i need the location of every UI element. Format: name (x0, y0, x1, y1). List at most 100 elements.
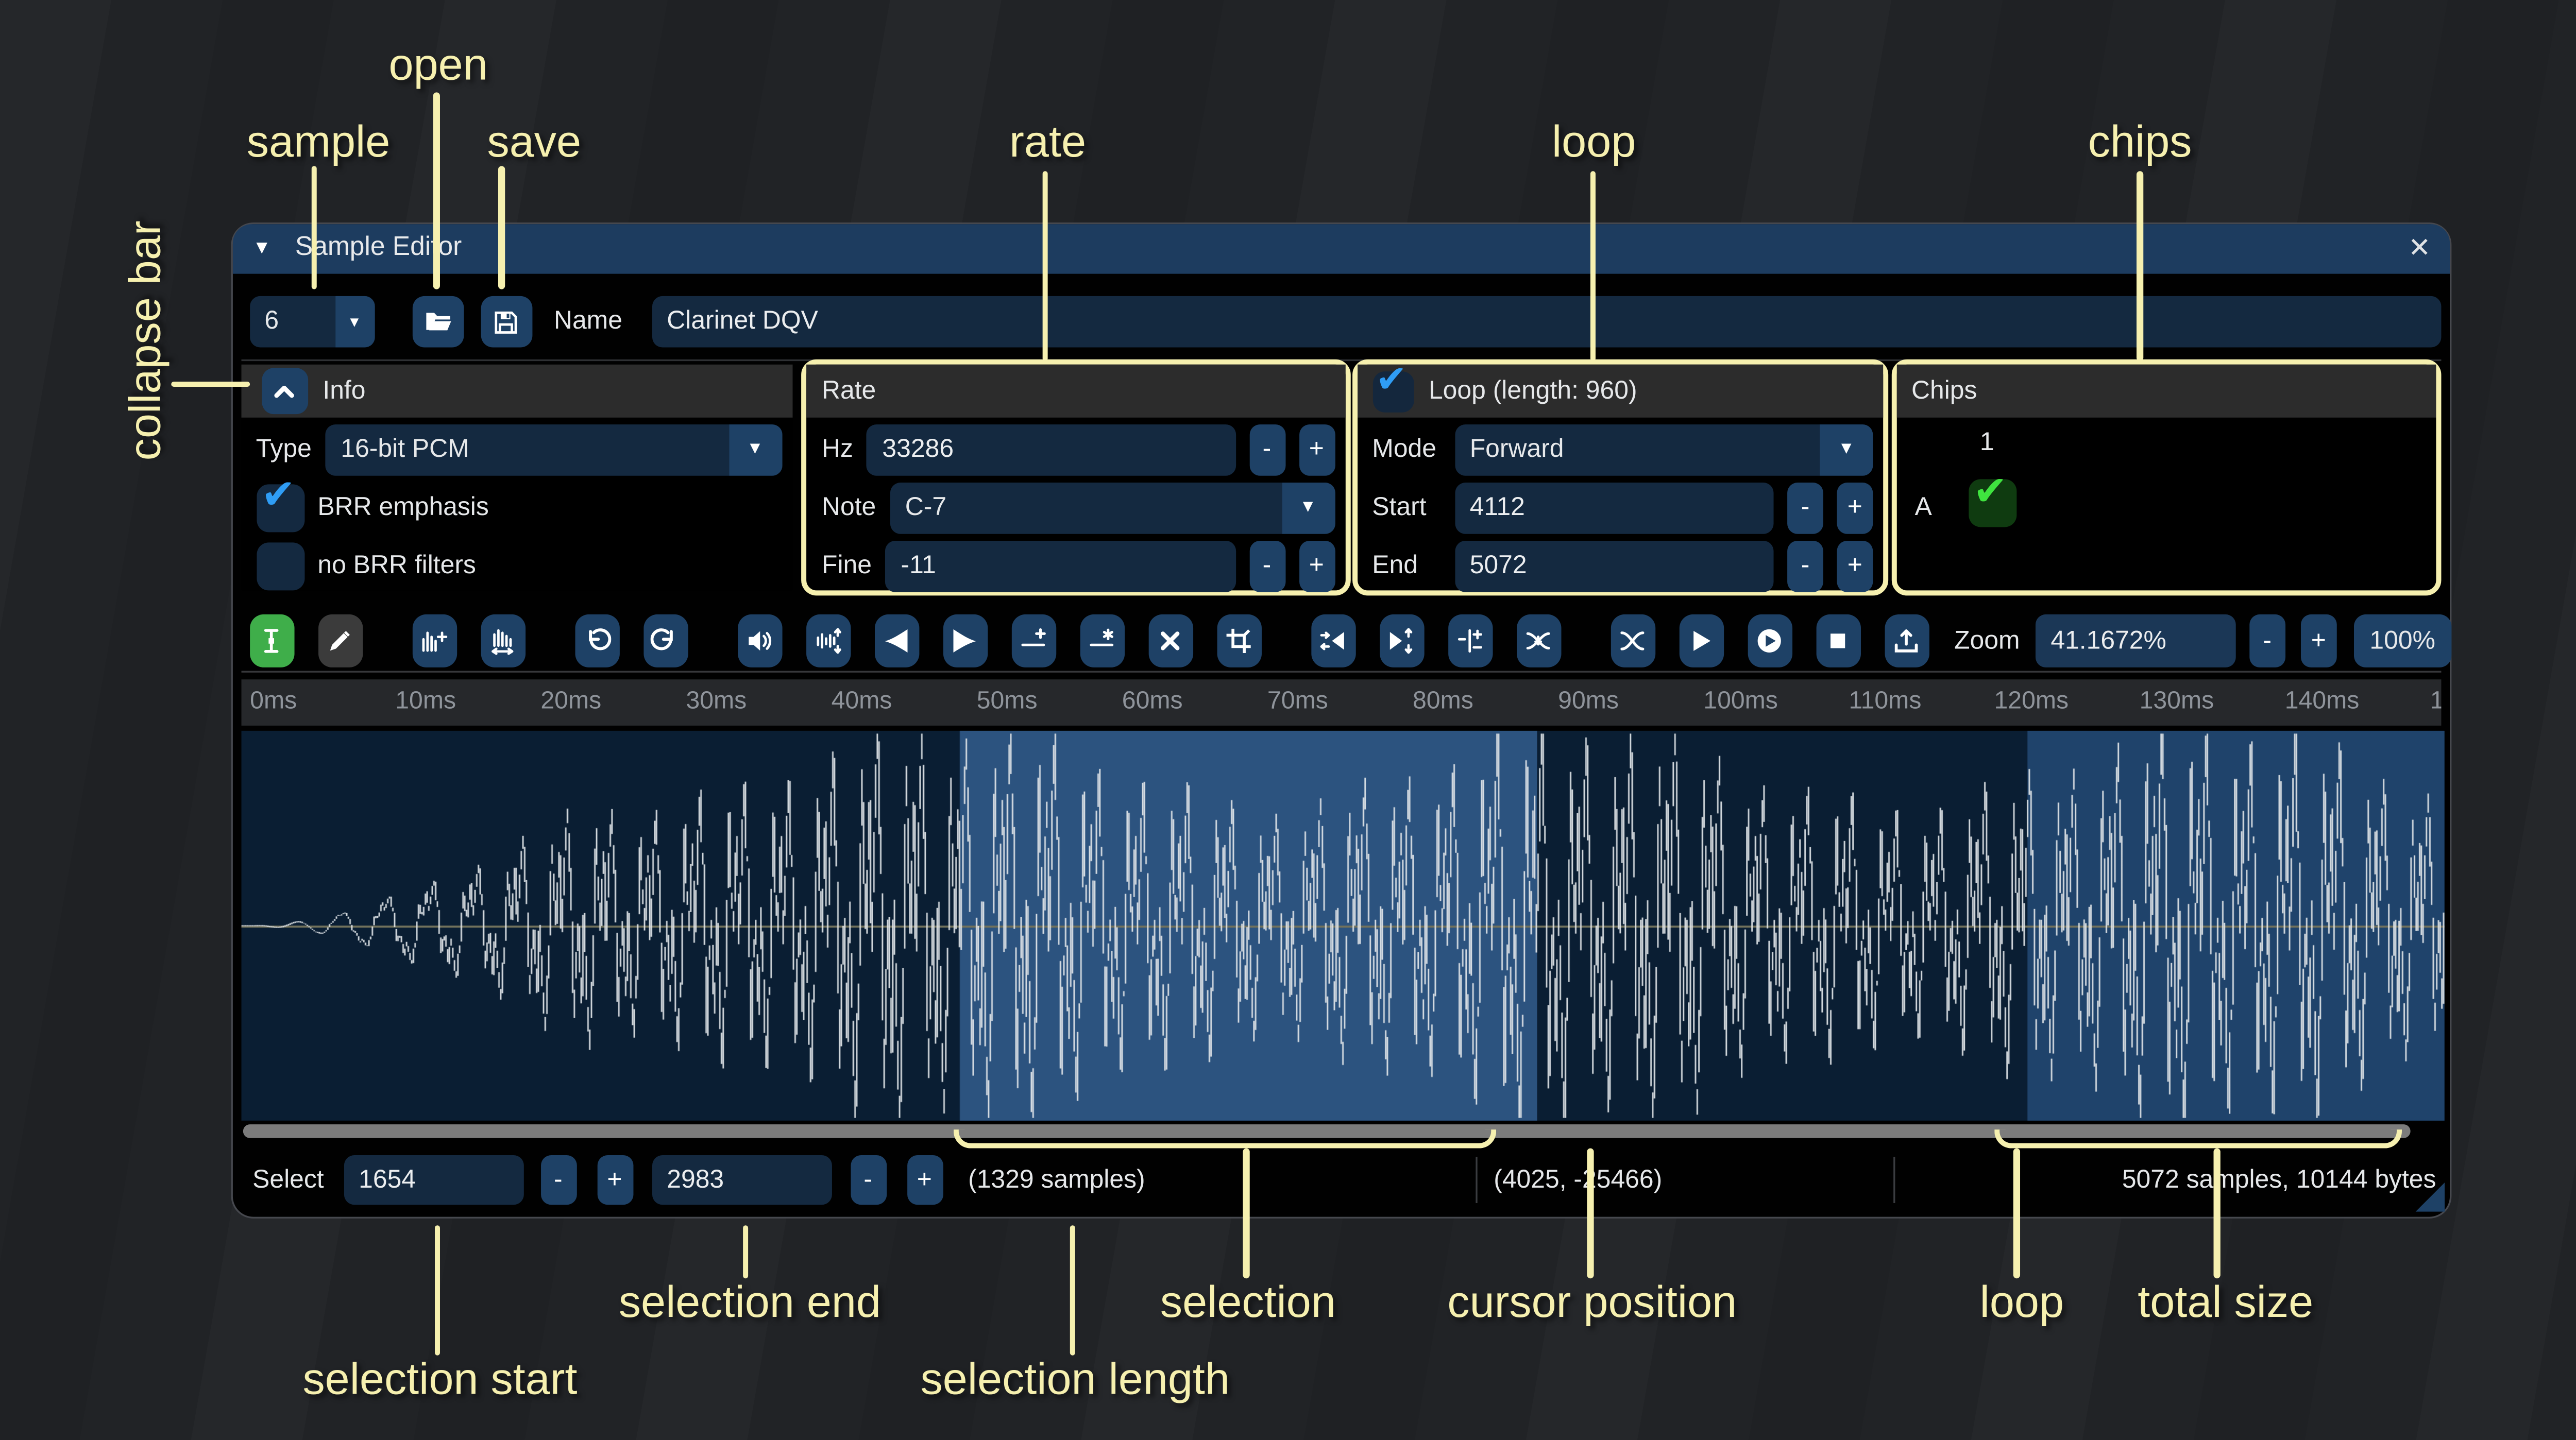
sign-button[interactable] (1448, 613, 1492, 666)
resize-grip[interactable] (2416, 1182, 2445, 1211)
hz-plus-button[interactable]: + (1298, 423, 1334, 475)
chevron-down-icon[interactable]: ▼ (728, 423, 782, 475)
hz-label: Hz (822, 435, 853, 464)
fade-out-button[interactable] (942, 613, 987, 666)
loop-mode-select[interactable]: Forward ▼ (1454, 423, 1873, 475)
loop-end-minus-button[interactable]: - (1787, 540, 1823, 591)
zoom-in-button[interactable]: + (2300, 613, 2336, 666)
sample-index-select[interactable]: 6 ▼ (249, 296, 374, 348)
fade-in-icon (882, 626, 910, 655)
sign-icon (1455, 626, 1484, 655)
reverse-button[interactable] (1311, 613, 1355, 666)
loop-panel-title: Loop (length: 960) (1429, 376, 1637, 405)
annotation-line (1587, 1148, 1594, 1279)
zoom-reset-button[interactable]: 100% (2353, 613, 2451, 666)
toolbar: Zoom 41.1672% - + 100% (249, 613, 2441, 667)
annotation-line (311, 166, 317, 289)
brr-emphasis-checkbox[interactable]: ✔ (256, 484, 304, 532)
divider (1892, 1157, 1894, 1203)
annotation-collapse-bar-label: collapse bar (119, 220, 172, 460)
edit-select-button[interactable] (249, 613, 293, 666)
info-panel-title: Info (323, 376, 365, 405)
status-bar: Select 1654 - + 2983 - + (1329 samples) … (232, 1155, 2450, 1205)
draw-button[interactable] (317, 613, 362, 666)
selection-start-input[interactable]: 1654 (343, 1155, 523, 1205)
type-label: Type (256, 435, 312, 464)
fine-input[interactable]: -11 (886, 540, 1235, 591)
annotation-line (1590, 171, 1596, 361)
brr-emphasis-label: BRR emphasis (317, 493, 488, 522)
note-select[interactable]: C-7 ▼ (890, 482, 1334, 533)
undo-button[interactable] (574, 613, 619, 666)
name-label: Name (554, 296, 622, 348)
selection-start-minus-button[interactable]: - (540, 1155, 576, 1205)
chip-row-label: A (1915, 493, 1932, 522)
loop-enable-checkbox[interactable]: ✔ (1372, 370, 1413, 412)
trim-icon (1224, 626, 1253, 655)
fine-plus-button[interactable]: + (1298, 540, 1334, 591)
chevron-down-icon[interactable]: ▼ (1820, 423, 1873, 475)
loop-end-label: End (1372, 551, 1440, 580)
fine-label: Fine (822, 551, 872, 580)
annotation-open-label: open (389, 39, 488, 92)
normalize-button[interactable] (805, 613, 850, 666)
resample-button[interactable] (480, 613, 524, 666)
sample-name-input[interactable]: Clarinet DQV (651, 296, 2441, 348)
zoom-out-button[interactable]: - (2249, 613, 2285, 666)
open-sample-button[interactable] (412, 296, 463, 348)
ruler-tick: 40ms (832, 687, 892, 714)
ruler-tick: 50ms (977, 687, 1038, 714)
window-collapse-icon[interactable]: ▼ (252, 238, 271, 259)
insert-silence-button[interactable] (1011, 613, 1055, 666)
apply-silence-button[interactable] (1079, 613, 1124, 666)
chip-enable-checkbox[interactable]: ✔ (1968, 479, 2016, 527)
rate-panel-header: Rate (806, 365, 1345, 418)
title-bar[interactable]: ▼ Sample Editor ✕ (232, 224, 2450, 273)
crossfade-button[interactable] (1610, 613, 1654, 666)
amplify-button[interactable] (737, 613, 782, 666)
fade-in-button[interactable] (874, 613, 918, 666)
resize-button[interactable] (412, 613, 456, 666)
fine-minus-button[interactable]: - (1249, 540, 1285, 591)
stop-button[interactable] (1816, 613, 1860, 666)
loop-start-input[interactable]: 4112 (1454, 482, 1774, 533)
selection-end-input[interactable]: 2983 (651, 1155, 831, 1205)
waveform-canvas[interactable] (241, 731, 2444, 1121)
rate-panel: Rate Hz 33286 - + Note C-7 ▼ Fine -11 - … (801, 359, 1350, 596)
apply-silence-icon (1087, 626, 1116, 655)
close-icon[interactable]: ✕ (2408, 231, 2431, 265)
filter-button[interactable] (1516, 613, 1560, 666)
sample-type-value: 16-bit PCM (325, 423, 728, 475)
selection-end-plus-button[interactable]: + (906, 1155, 942, 1205)
zoom-input[interactable]: 41.1672% (2035, 613, 2235, 666)
preview-button[interactable] (1679, 613, 1723, 666)
trim-button[interactable] (1216, 613, 1261, 666)
selection-start-plus-button[interactable]: + (597, 1155, 633, 1205)
hz-minus-button[interactable]: - (1249, 423, 1285, 475)
timeline-ruler[interactable]: 0ms10ms20ms30ms40ms50ms60ms70ms80ms90ms1… (241, 679, 2442, 726)
annotation-save-label: save (487, 115, 581, 168)
selection-end-minus-button[interactable]: - (850, 1155, 886, 1205)
preview-selection-icon (1755, 626, 1784, 655)
folder-open-icon (422, 306, 453, 337)
preview-selection-button[interactable] (1747, 613, 1791, 666)
chevron-down-icon[interactable]: ▼ (1281, 482, 1334, 533)
chevron-down-icon[interactable]: ▼ (335, 296, 374, 348)
loop-start-minus-button[interactable]: - (1787, 482, 1823, 533)
collapse-bar-button[interactable] (261, 368, 308, 414)
delete-button[interactable] (1148, 613, 1192, 666)
undo-icon (582, 626, 611, 655)
annotation-total-size-label: total size (2138, 1276, 2313, 1329)
loop-end-input[interactable]: 5072 (1454, 540, 1774, 591)
save-sample-button[interactable] (480, 296, 532, 348)
ruler-tick: 10ms (395, 687, 456, 714)
loop-end-plus-button[interactable]: + (1837, 540, 1873, 591)
annotation-rate-label: rate (1009, 115, 1086, 168)
sample-type-select[interactable]: 16-bit PCM ▼ (325, 423, 781, 475)
redo-button[interactable] (643, 613, 687, 666)
loop-start-plus-button[interactable]: + (1837, 482, 1873, 533)
export-button[interactable] (1884, 613, 1928, 666)
no-brr-filters-checkbox[interactable] (256, 542, 304, 590)
invert-button[interactable] (1379, 613, 1423, 666)
hz-input[interactable]: 33286 (867, 423, 1235, 475)
